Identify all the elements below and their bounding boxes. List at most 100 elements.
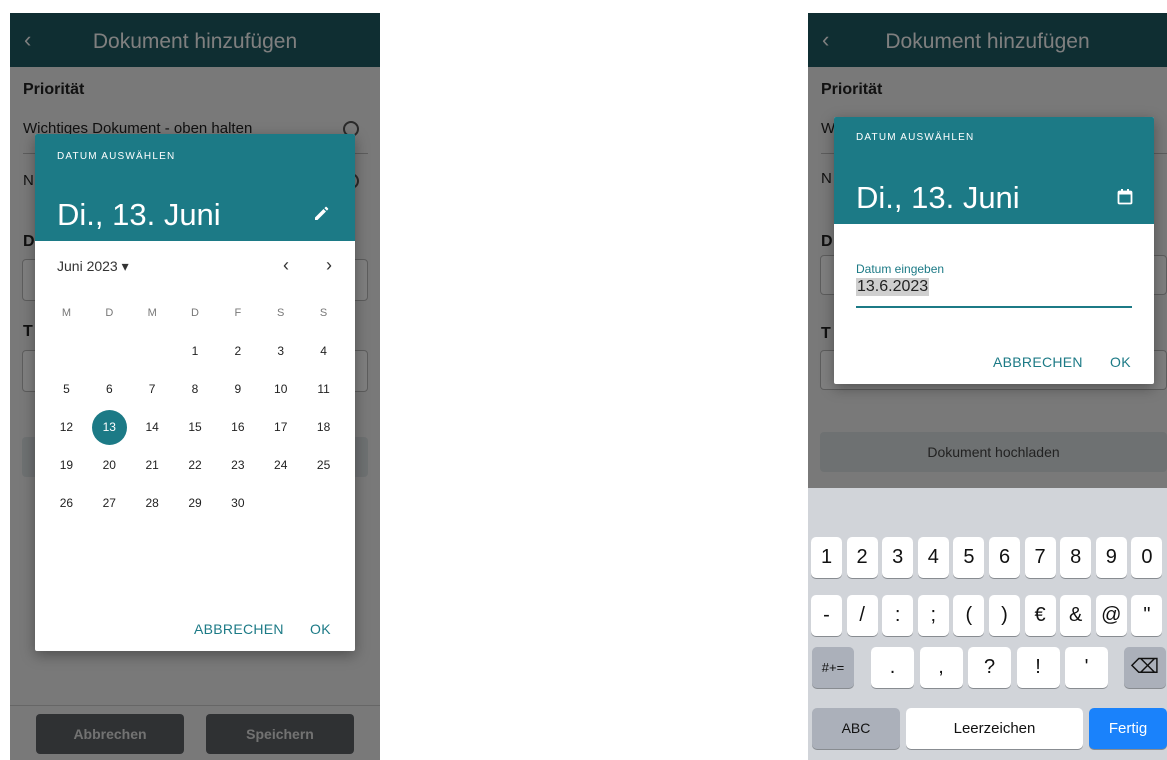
calendar-day-label: 22 bbox=[188, 458, 202, 472]
keyboard-key[interactable]: ( bbox=[953, 595, 985, 636]
edit-pencil-icon[interactable] bbox=[313, 204, 331, 227]
calendar-day[interactable]: 25 bbox=[302, 446, 345, 484]
calendar-day-label: 27 bbox=[102, 496, 116, 510]
calendar-day-label bbox=[92, 334, 127, 369]
calendar-day-label: 5 bbox=[63, 382, 70, 396]
calendar-day[interactable]: 3 bbox=[259, 332, 302, 370]
calendar-day-label: 23 bbox=[231, 458, 245, 472]
backspace-icon[interactable]: ⌫ bbox=[1124, 647, 1166, 688]
keyboard-key[interactable]: 9 bbox=[1095, 537, 1127, 578]
calendar-day[interactable]: 14 bbox=[131, 408, 174, 446]
calendar-day[interactable]: 8 bbox=[174, 370, 217, 408]
keyboard-key[interactable]: ' bbox=[1065, 647, 1108, 688]
calendar-day[interactable]: 20 bbox=[88, 446, 131, 484]
keyboard-key[interactable]: ) bbox=[989, 595, 1020, 636]
calendar-day[interactable]: 10 bbox=[259, 370, 302, 408]
dialog-ok-button[interactable]: OK bbox=[310, 621, 331, 637]
date-input-value[interactable]: 13.6.2023 bbox=[856, 278, 930, 296]
calendar-day[interactable]: 15 bbox=[174, 408, 217, 446]
keyboard-key[interactable]: , bbox=[919, 647, 963, 688]
calendar-icon[interactable] bbox=[1116, 188, 1134, 211]
calendar-day-label: 20 bbox=[102, 458, 116, 472]
dialog-overline: DATUM AUSWÄHLEN bbox=[57, 151, 176, 162]
key-space[interactable]: Leerzeichen bbox=[906, 708, 1083, 749]
calendar-day[interactable]: 9 bbox=[216, 370, 259, 408]
calendar-day[interactable]: 16 bbox=[216, 408, 259, 446]
calendar-day-label: 28 bbox=[145, 496, 159, 510]
dialog-cancel-button[interactable]: ABBRECHEN bbox=[993, 354, 1083, 370]
keyboard-suggestion-bar bbox=[808, 488, 1167, 526]
calendar-day[interactable]: 29 bbox=[174, 484, 217, 522]
calendar-day[interactable]: 18 bbox=[302, 408, 345, 446]
calendar-week-row: 19 20 21 22 23 24 25 bbox=[45, 446, 345, 484]
calendar-day[interactable]: 26 bbox=[45, 484, 88, 522]
keyboard-key[interactable]: 3 bbox=[882, 537, 914, 578]
calendar-day-label: 7 bbox=[148, 382, 156, 396]
next-month-icon[interactable]: › bbox=[326, 256, 332, 274]
date-input-dialog: DATUM AUSWÄHLEN Di., 13. Juni Datum eing… bbox=[834, 117, 1154, 384]
calendar-day-label: 25 bbox=[316, 458, 331, 472]
selected-date-display: Di., 13. Juni bbox=[57, 197, 221, 232]
dialog-cancel-button[interactable]: ABBRECHEN bbox=[194, 621, 284, 637]
calendar-week-row: 5 6 7 8 9 10 11 bbox=[45, 370, 345, 408]
weekday-label: S bbox=[277, 307, 285, 319]
keyboard-key[interactable]: 2 bbox=[846, 537, 878, 578]
weekday-header-row: MDMDFSS bbox=[45, 294, 345, 332]
key-done[interactable]: Fertig bbox=[1089, 708, 1167, 749]
keyboard-key[interactable]: 8 bbox=[1060, 537, 1092, 578]
calendar-day[interactable]: 17 bbox=[259, 408, 302, 446]
calendar-day[interactable]: 23 bbox=[216, 446, 259, 484]
keyboard-key[interactable]: 4 bbox=[917, 537, 949, 578]
calendar-day-label: 8 bbox=[191, 382, 199, 396]
ios-keyboard: 1234567890 - /:;() € & @ " #+= .,?! ' ⌫ ABC Le… bbox=[808, 488, 1167, 760]
calendar-day-label: 11 bbox=[317, 382, 330, 396]
calendar-day[interactable]: 21 bbox=[131, 446, 174, 484]
keyboard-key[interactable]: ! bbox=[1016, 647, 1060, 688]
calendar-day[interactable]: 30 bbox=[216, 484, 259, 522]
keyboard-key[interactable]: - bbox=[811, 595, 842, 636]
calendar-day[interactable]: 4 bbox=[302, 332, 345, 370]
keyboard-key[interactable]: / bbox=[846, 595, 878, 636]
keyboard-key[interactable]: 7 bbox=[1024, 537, 1056, 578]
keyboard-key[interactable]: & bbox=[1060, 595, 1092, 636]
calendar-day[interactable]: 5 bbox=[45, 370, 88, 408]
key-abc[interactable]: ABC bbox=[812, 708, 900, 749]
dialog-ok-button[interactable]: OK bbox=[1110, 354, 1131, 370]
input-underline bbox=[856, 306, 1132, 308]
keyboard-key[interactable]: € bbox=[1024, 595, 1056, 636]
keyboard-key[interactable]: @ bbox=[1095, 595, 1127, 636]
date-input-header: DATUM AUSWÄHLEN Di., 13. Juni bbox=[834, 117, 1154, 224]
keyboard-key[interactable]: 0 bbox=[1131, 537, 1163, 578]
keyboard-key[interactable]: ? bbox=[968, 647, 1011, 688]
calendar-day[interactable]: 27 bbox=[88, 484, 131, 522]
calendar-day[interactable]: 12 bbox=[45, 408, 88, 446]
weekday-label: M bbox=[147, 307, 157, 319]
calendar-day[interactable]: 2 bbox=[216, 332, 259, 370]
calendar-day-label: 2 bbox=[234, 344, 242, 358]
calendar-day[interactable]: 24 bbox=[259, 446, 302, 484]
keyboard-key[interactable]: . bbox=[871, 647, 914, 688]
keyboard-key[interactable]: " bbox=[1131, 595, 1163, 636]
left-screen: ‹ Dokument hinzufügen Priorität Wichtige… bbox=[10, 13, 380, 760]
calendar-day-label bbox=[306, 486, 341, 521]
calendar-day[interactable]: 19 bbox=[45, 446, 88, 484]
calendar-day[interactable]: 6 bbox=[88, 370, 131, 408]
keyboard-key[interactable]: 5 bbox=[953, 537, 985, 578]
keyboard-key[interactable]: : bbox=[882, 595, 914, 636]
calendar-day[interactable]: 1 bbox=[174, 332, 217, 370]
calendar-day[interactable]: 28 bbox=[131, 484, 174, 522]
calendar-day[interactable]: 11 bbox=[302, 370, 345, 408]
previous-month-icon[interactable]: ‹ bbox=[283, 256, 289, 274]
calendar-day[interactable]: 22 bbox=[174, 446, 217, 484]
calendar-day-label: 6 bbox=[105, 382, 113, 396]
calendar-day[interactable]: 13 bbox=[88, 408, 131, 446]
keyboard-key[interactable]: 6 bbox=[989, 537, 1020, 578]
keyboard-key[interactable]: ; bbox=[917, 595, 949, 636]
calendar-day-label: 3 bbox=[277, 344, 285, 358]
keyboard-key[interactable]: 1 bbox=[811, 537, 842, 578]
calendar-day[interactable]: 7 bbox=[131, 370, 174, 408]
key-more-symbols[interactable]: #+= bbox=[812, 647, 854, 688]
month-year-selector[interactable]: Juni 2023 ▾ bbox=[57, 258, 129, 275]
calendar-day-label: 4 bbox=[320, 344, 327, 358]
calendar-day-label bbox=[263, 486, 298, 521]
